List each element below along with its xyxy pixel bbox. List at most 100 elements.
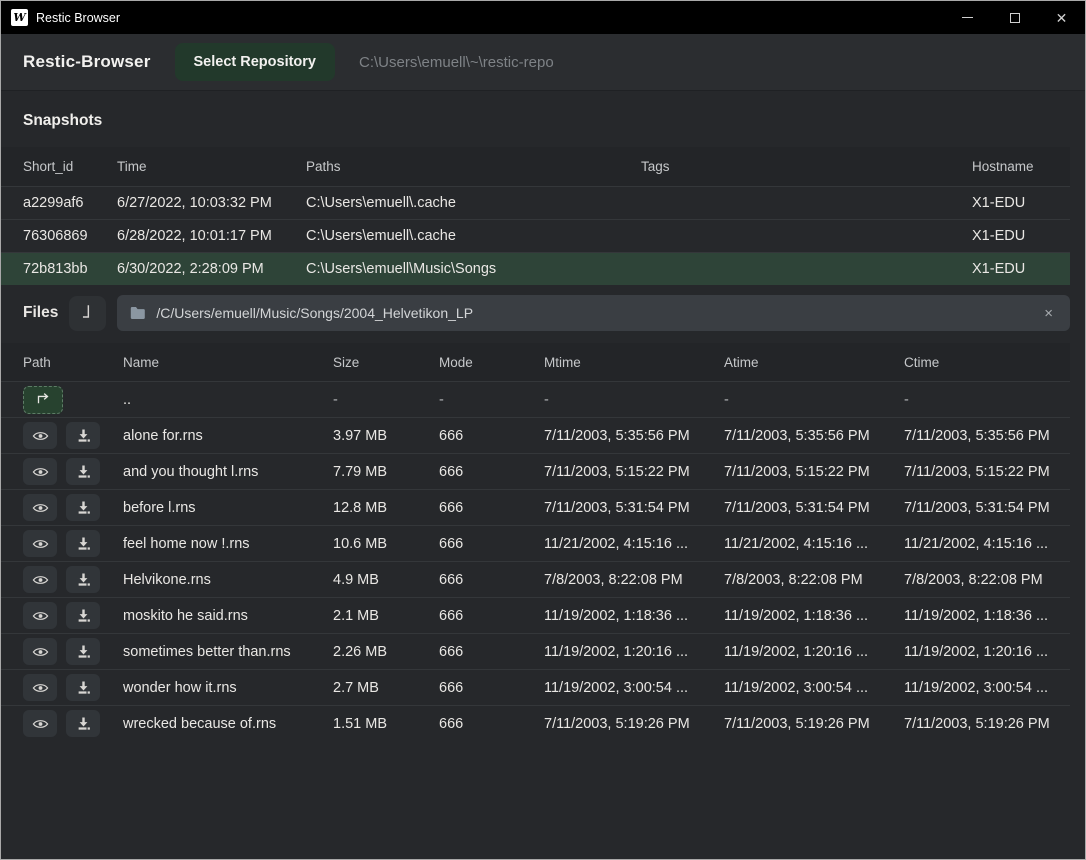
download-file-button[interactable] <box>66 566 100 593</box>
close-button[interactable]: ✕ <box>1038 1 1085 34</box>
download-file-button[interactable] <box>66 458 100 485</box>
preview-file-button[interactable] <box>23 674 57 701</box>
file-name: .. <box>123 392 333 408</box>
file-name: sometimes better than.rns <box>123 644 333 660</box>
window-titlebar: W Restic Browser ✕ <box>1 1 1085 34</box>
repository-path-display[interactable]: C:\Users\emuell\~\restic-repo <box>359 54 554 71</box>
file-atime: 7/11/2003, 5:35:56 PM <box>724 428 904 444</box>
file-mtime: - <box>544 392 724 408</box>
file-size: 12.8 MB <box>333 500 439 516</box>
file-size: 3.97 MB <box>333 428 439 444</box>
file-mode: 666 <box>439 644 544 660</box>
download-icon <box>76 464 91 479</box>
app-header: Restic-Browser Select Repository C:\User… <box>1 34 1085 91</box>
download-file-button[interactable] <box>66 494 100 521</box>
folder-icon <box>130 306 146 320</box>
download-file-button[interactable] <box>66 638 100 665</box>
col-size: Size <box>333 355 439 370</box>
snapshot-paths: C:\Users\emuell\.cache <box>306 195 641 211</box>
file-ctime: - <box>904 392 1070 408</box>
file-ctime: 7/8/2003, 8:22:08 PM <box>904 572 1070 588</box>
file-mtime: 11/19/2002, 1:20:16 ... <box>544 644 724 660</box>
col-name: Name <box>123 355 333 370</box>
file-ctime: 11/19/2002, 1:18:36 ... <box>904 608 1070 624</box>
snapshot-time: 6/30/2022, 2:28:09 PM <box>117 261 306 277</box>
select-repository-button[interactable]: Select Repository <box>175 43 336 81</box>
col-tags: Tags <box>641 159 972 174</box>
file-row: feel home now !.rns 10.6 MB 666 11/21/20… <box>1 525 1070 561</box>
file-size: - <box>333 392 439 408</box>
download-file-button[interactable] <box>66 710 100 737</box>
preview-file-button[interactable] <box>23 602 57 629</box>
preview-file-button[interactable] <box>23 638 57 665</box>
file-mtime: 7/11/2003, 5:35:56 PM <box>544 428 724 444</box>
file-mtime: 11/19/2002, 1:18:36 ... <box>544 608 724 624</box>
file-mtime: 7/11/2003, 5:31:54 PM <box>544 500 724 516</box>
preview-file-button[interactable] <box>23 530 57 557</box>
snapshot-row[interactable]: 72b813bb 6/30/2022, 2:28:09 PM C:\Users\… <box>1 252 1070 285</box>
snapshot-hostname: X1-EDU <box>972 228 1070 244</box>
eye-icon <box>32 501 49 515</box>
file-ctime: 11/19/2002, 1:20:16 ... <box>904 644 1070 660</box>
file-mode: 666 <box>439 500 544 516</box>
file-ctime: 11/19/2002, 3:00:54 ... <box>904 680 1070 696</box>
download-icon <box>76 608 91 623</box>
file-ctime: 11/21/2002, 4:15:16 ... <box>904 536 1070 552</box>
clear-path-button[interactable]: × <box>1040 303 1057 324</box>
window-controls: ✕ <box>944 1 1085 34</box>
file-name: and you thought l.rns <box>123 464 333 480</box>
maximize-icon <box>1010 13 1020 23</box>
window-title: Restic Browser <box>36 11 120 25</box>
col-ctime: Ctime <box>904 355 1070 370</box>
file-mode: 666 <box>439 716 544 732</box>
preview-file-button[interactable] <box>23 494 57 521</box>
file-atime: 11/21/2002, 4:15:16 ... <box>724 536 904 552</box>
download-icon <box>76 572 91 587</box>
file-row: moskito he said.rns 2.1 MB 666 11/19/200… <box>1 597 1070 633</box>
file-name: wrecked because of.rns <box>123 716 333 732</box>
preview-file-button[interactable] <box>23 458 57 485</box>
snapshot-row[interactable]: 76306869 6/28/2022, 10:01:17 PM C:\Users… <box>1 219 1070 252</box>
col-mtime: Mtime <box>544 355 724 370</box>
file-row: sometimes better than.rns 2.26 MB 666 11… <box>1 633 1070 669</box>
preview-file-button[interactable] <box>23 566 57 593</box>
file-size: 1.51 MB <box>333 716 439 732</box>
eye-icon <box>32 645 49 659</box>
file-size: 2.7 MB <box>333 680 439 696</box>
snapshot-short-id: 76306869 <box>23 228 117 244</box>
files-section-title: Files <box>23 304 58 322</box>
snapshot-paths: C:\Users\emuell\.cache <box>306 228 641 244</box>
download-file-button[interactable] <box>66 422 100 449</box>
preview-file-button[interactable] <box>23 422 57 449</box>
snapshots-table-body: a2299af6 6/27/2022, 10:03:32 PM C:\Users… <box>1 186 1070 285</box>
go-to-root-button[interactable] <box>69 296 106 331</box>
app-window-icon: W <box>11 9 28 26</box>
col-short-id: Short_id <box>23 159 117 174</box>
file-size: 2.1 MB <box>333 608 439 624</box>
parent-directory-row: .. - - - - - <box>1 381 1070 417</box>
go-up-button[interactable] <box>23 386 63 414</box>
download-file-button[interactable] <box>66 530 100 557</box>
file-ctime: 7/11/2003, 5:31:54 PM <box>904 500 1070 516</box>
download-file-button[interactable] <box>66 674 100 701</box>
snapshot-hostname: X1-EDU <box>972 261 1070 277</box>
eye-icon <box>32 429 49 443</box>
download-file-button[interactable] <box>66 602 100 629</box>
preview-file-button[interactable] <box>23 710 57 737</box>
file-atime: 11/19/2002, 3:00:54 ... <box>724 680 904 696</box>
eye-icon <box>32 465 49 479</box>
file-size: 10.6 MB <box>333 536 439 552</box>
files-path-input[interactable]: /C/Users/emuell/Music/Songs/2004_Helveti… <box>117 295 1070 331</box>
file-mtime: 11/21/2002, 4:15:16 ... <box>544 536 724 552</box>
col-time: Time <box>117 159 306 174</box>
col-path: Path <box>23 355 123 370</box>
files-bar: Files /C/Users/emuell/Music/Songs/2004_H… <box>1 293 1085 333</box>
minimize-icon <box>962 17 973 18</box>
files-table-header: Path Name Size Mode Mtime Atime Ctime <box>1 343 1070 381</box>
file-mode: 666 <box>439 608 544 624</box>
app-title: Restic-Browser <box>23 52 151 72</box>
snapshot-row[interactable]: a2299af6 6/27/2022, 10:03:32 PM C:\Users… <box>1 186 1070 219</box>
file-ctime: 7/11/2003, 5:35:56 PM <box>904 428 1070 444</box>
minimize-button[interactable] <box>944 1 991 34</box>
maximize-button[interactable] <box>991 1 1038 34</box>
